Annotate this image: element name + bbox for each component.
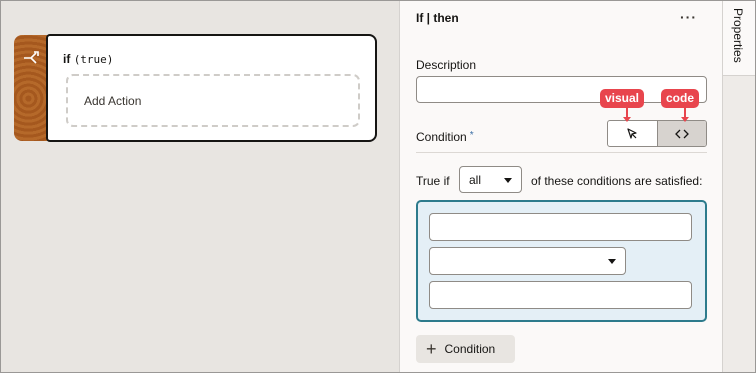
plus-icon: +	[426, 339, 437, 359]
satisfied-label: of these conditions are satisfied:	[531, 174, 703, 188]
add-action-label: Add Action	[84, 93, 142, 108]
panel-title: If | then	[416, 11, 459, 25]
code-icon	[674, 129, 689, 138]
match-select[interactable]: all	[459, 166, 522, 193]
node-type-tab	[14, 35, 50, 141]
right-operand-field[interactable]	[429, 281, 692, 309]
add-condition-button[interactable]: + Condition	[416, 335, 515, 363]
flow-canvas[interactable]: if (true) Add Action	[0, 0, 399, 373]
properties-tab-label: Properties	[731, 8, 745, 63]
section-divider	[416, 152, 707, 153]
description-label: Description	[416, 58, 477, 72]
condition-builder	[416, 200, 707, 322]
if-then-node[interactable]: if (true) Add Action	[14, 34, 377, 142]
required-marker: *	[469, 130, 474, 141]
visual-callout: visual	[600, 89, 645, 108]
true-if-label: True if	[416, 174, 450, 188]
operator-select[interactable]	[429, 247, 626, 275]
add-action-button[interactable]: Add Action	[66, 74, 360, 127]
match-selected-value: all	[469, 172, 482, 187]
node-keyword: if	[63, 52, 71, 66]
node-title: if (true)	[63, 52, 113, 66]
properties-tab[interactable]: Properties	[723, 0, 756, 76]
condition-label-text: Condition	[416, 130, 467, 144]
left-operand-field[interactable]	[429, 213, 692, 241]
chevron-down-icon	[504, 177, 512, 183]
code-callout-arrow	[681, 117, 689, 122]
branch-icon	[24, 51, 39, 64]
add-condition-label: Condition	[444, 342, 496, 356]
chevron-down-icon	[608, 259, 616, 264]
properties-panel: If | then ··· Description Condition * Tru…	[399, 0, 722, 373]
visual-callout-arrow	[623, 117, 631, 122]
code-mode-button[interactable]	[656, 121, 706, 146]
code-callout: code	[661, 89, 700, 108]
condition-mode-toggle[interactable]	[607, 120, 707, 147]
visual-mode-button[interactable]	[608, 121, 657, 146]
condition-label: Condition *	[416, 130, 474, 144]
pointer-icon	[627, 127, 637, 139]
ellipsis-icon[interactable]: ···	[680, 9, 697, 25]
node-body[interactable]: if (true) Add Action	[46, 34, 377, 142]
side-tab-bar: Properties	[722, 0, 756, 373]
node-condition: (true)	[73, 53, 114, 66]
